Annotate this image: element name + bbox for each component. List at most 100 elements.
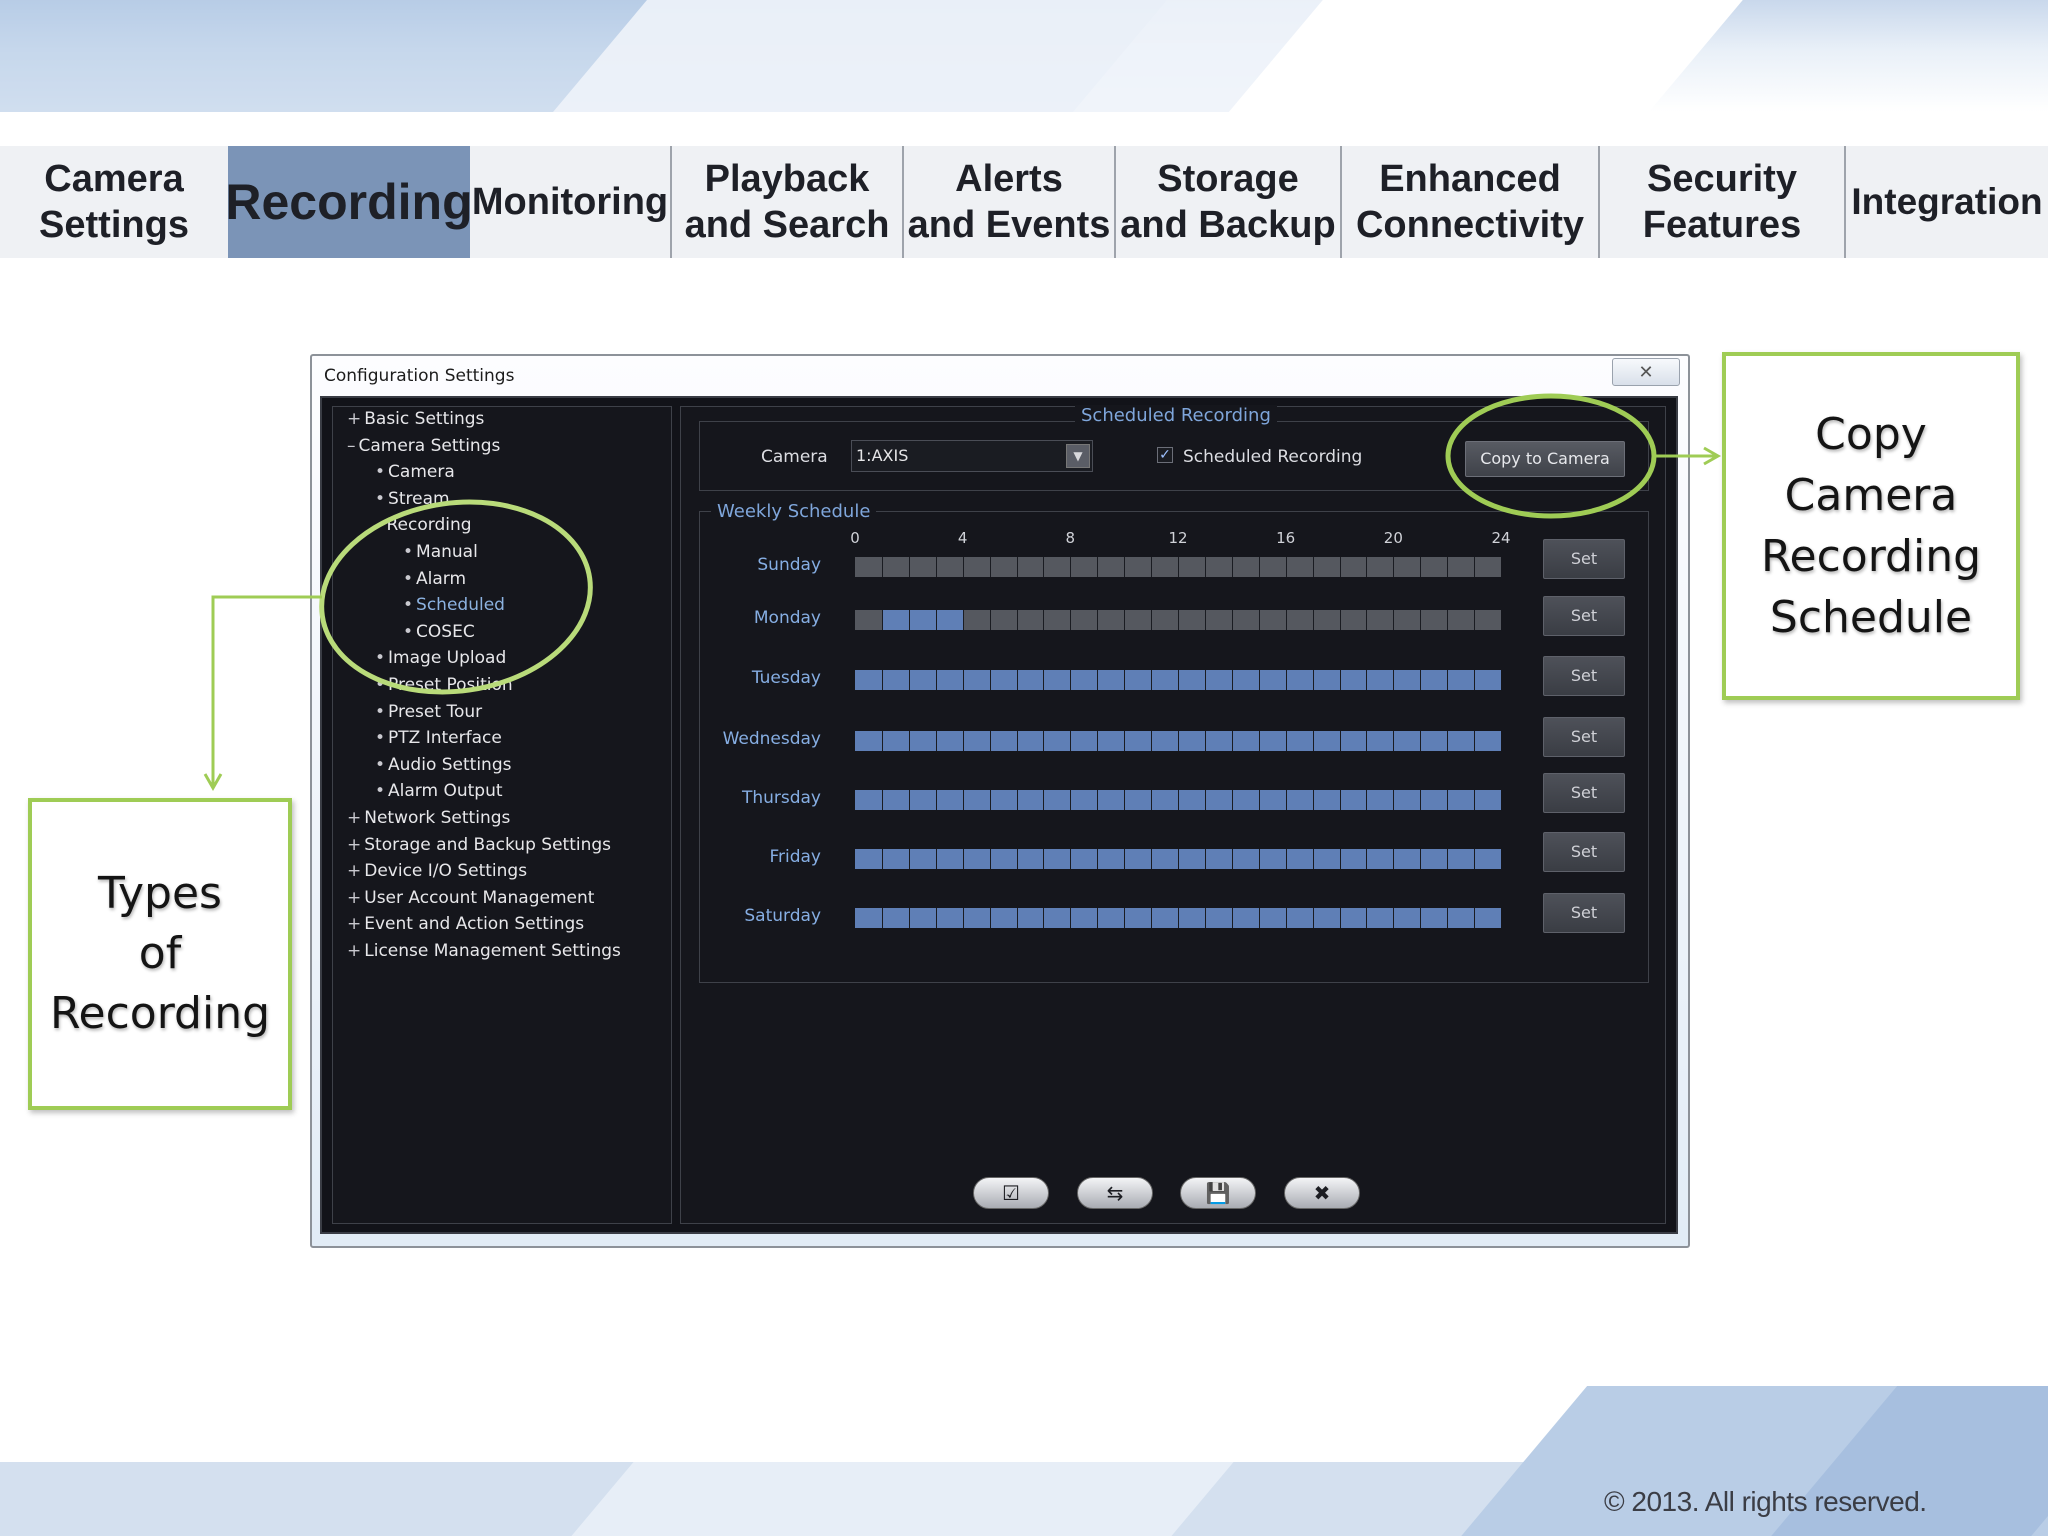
window-body: + Basic Settings – Camera Settings • Camera • S… xyxy=(320,396,1678,1234)
apply-button[interactable]: ☑ xyxy=(973,1177,1049,1209)
tree-item-ptz-interface[interactable]: • PTZ Interface xyxy=(375,728,502,748)
set-button-friday[interactable]: Set xyxy=(1543,832,1625,872)
hour-divider xyxy=(1312,670,1314,690)
hour-divider xyxy=(1447,670,1449,690)
hour-divider xyxy=(1178,731,1179,751)
tree-item-label: Camera xyxy=(388,462,455,483)
tree-item-storage-and-backup-settings[interactable]: + Storage and Backup Settings xyxy=(347,835,611,855)
schedule-bar-tuesday[interactable] xyxy=(855,670,1501,690)
set-button-tuesday[interactable]: Set xyxy=(1543,656,1625,696)
schedule-bar-saturday[interactable] xyxy=(855,908,1501,928)
banner-stripe xyxy=(1228,0,1752,112)
tree-item-preset-tour[interactable]: • Preset Tour xyxy=(375,702,482,722)
hour-divider xyxy=(935,790,937,810)
camera-select[interactable]: 1:AXIS ▼ xyxy=(851,440,1093,472)
types-callout-arrow xyxy=(203,595,322,792)
weekly-schedule-legend: Weekly Schedule xyxy=(711,501,877,522)
tree-item-recording[interactable]: – Recording xyxy=(375,515,472,535)
hour-divider xyxy=(1474,790,1476,810)
tab-alerts-and-events[interactable]: Alerts and Events xyxy=(902,146,1114,258)
hour-divider xyxy=(1393,610,1395,630)
hour-divider xyxy=(1339,557,1341,577)
tab-recording[interactable]: Recording xyxy=(225,146,473,258)
tree-item-label: User Account Management xyxy=(364,887,595,908)
tree-item-audio-settings[interactable]: • Audio Settings xyxy=(375,755,511,775)
tab-monitoring[interactable]: Monitoring xyxy=(470,146,670,258)
tab-storage-and-backup[interactable]: Storage and Backup xyxy=(1114,146,1340,258)
tree-item-device-i-o-settings[interactable]: + Device I/O Settings xyxy=(347,861,527,881)
save-button[interactable]: 💾 xyxy=(1180,1177,1256,1209)
schedule-bar-thursday[interactable] xyxy=(855,790,1501,810)
chevron-down-icon[interactable]: ▼ xyxy=(1066,444,1090,468)
hour-divider xyxy=(1366,908,1368,928)
tree-item-camera[interactable]: • Camera xyxy=(375,462,455,482)
close-button[interactable]: ✖ xyxy=(1284,1177,1360,1209)
hour-divider xyxy=(1124,790,1126,810)
refresh-icon: ⇆ xyxy=(1106,1181,1124,1205)
expand-icon: + xyxy=(347,808,362,828)
tree-item-label: Scheduled xyxy=(416,595,505,616)
settings-tree: + Basic Settings – Camera Settings • Camera • S… xyxy=(332,406,672,1224)
tab-playback-and-search[interactable]: Playback and Search xyxy=(670,146,902,258)
hour-divider xyxy=(1178,908,1179,928)
hour-divider xyxy=(1016,849,1018,869)
tab-security-features[interactable]: Security Features xyxy=(1598,146,1844,258)
tree-item-camera-settings[interactable]: – Camera Settings xyxy=(347,436,500,456)
tree-item-image-upload[interactable]: • Image Upload xyxy=(375,648,506,668)
schedule-bar-wednesday[interactable] xyxy=(855,731,1501,751)
bullet-icon: • xyxy=(375,781,386,802)
tree-item-alarm-output[interactable]: • Alarm Output xyxy=(375,781,503,801)
hour-divider xyxy=(1151,670,1153,690)
tree-item-license-management-settings[interactable]: + License Management Settings xyxy=(347,941,621,961)
window-close-button[interactable]: ✕ xyxy=(1612,358,1680,386)
hour-divider xyxy=(989,790,991,810)
schedule-bar-sunday[interactable] xyxy=(855,557,1501,577)
set-button-saturday[interactable]: Set xyxy=(1543,893,1625,933)
scheduled-recording-checkbox[interactable]: ✓ xyxy=(1157,447,1173,463)
top-banner xyxy=(0,0,2048,112)
day-label-wednesday: Wednesday xyxy=(722,729,821,749)
copy-to-camera-button[interactable]: Copy to Camera xyxy=(1465,441,1625,477)
hour-divider xyxy=(1393,670,1395,690)
tree-item-stream[interactable]: • Stream xyxy=(375,489,450,509)
window-title: Configuration Settings xyxy=(324,366,515,386)
collapse-icon: – xyxy=(347,435,356,456)
tab-integration[interactable]: Integration xyxy=(1844,146,2048,258)
set-button-monday[interactable]: Set xyxy=(1543,596,1625,636)
tree-item-label: COSEC xyxy=(416,621,475,642)
hour-divider xyxy=(1178,610,1179,630)
hour-divider xyxy=(908,849,910,869)
hour-divider xyxy=(1366,610,1368,630)
bullet-icon: • xyxy=(375,754,386,775)
hour-divider xyxy=(1204,557,1206,577)
set-button-thursday[interactable]: Set xyxy=(1543,773,1625,813)
tab-camera-settings[interactable]: Camera Settings xyxy=(0,146,228,258)
hour-divider xyxy=(1447,849,1449,869)
set-button-wednesday[interactable]: Set xyxy=(1543,717,1625,757)
hour-divider xyxy=(1043,731,1045,751)
schedule-bar-monday[interactable] xyxy=(855,610,1501,630)
refresh-button[interactable]: ⇆ xyxy=(1077,1177,1153,1209)
tree-item-scheduled[interactable]: • Scheduled xyxy=(403,595,505,615)
tab-enhanced-connectivity[interactable]: Enhanced Connectivity xyxy=(1340,146,1598,258)
hour-divider xyxy=(1178,790,1179,810)
hour-divider xyxy=(1204,908,1206,928)
hour-divider xyxy=(1016,731,1018,751)
hour-divider xyxy=(989,610,991,630)
hour-divider xyxy=(1070,908,1072,928)
tree-item-manual[interactable]: • Manual xyxy=(403,542,478,562)
tree-item-user-account-management[interactable]: + User Account Management xyxy=(347,888,594,908)
tree-item-cosec[interactable]: • COSEC xyxy=(403,622,475,642)
tree-item-preset-position[interactable]: • Preset Position xyxy=(375,675,513,695)
tree-item-basic-settings[interactable]: + Basic Settings xyxy=(347,409,484,429)
tree-item-alarm[interactable]: • Alarm xyxy=(403,569,466,589)
tree-item-label: Device I/O Settings xyxy=(364,861,528,882)
hour-divider xyxy=(1420,849,1422,869)
hour-divider xyxy=(1447,557,1449,577)
set-button-sunday[interactable]: Set xyxy=(1543,539,1625,579)
tree-item-network-settings[interactable]: + Network Settings xyxy=(347,808,510,828)
tree-item-event-and-action-settings[interactable]: + Event and Action Settings xyxy=(347,914,584,934)
hour-divider xyxy=(1204,670,1206,690)
schedule-bar-friday[interactable] xyxy=(855,849,1501,869)
hour-divider xyxy=(908,670,910,690)
